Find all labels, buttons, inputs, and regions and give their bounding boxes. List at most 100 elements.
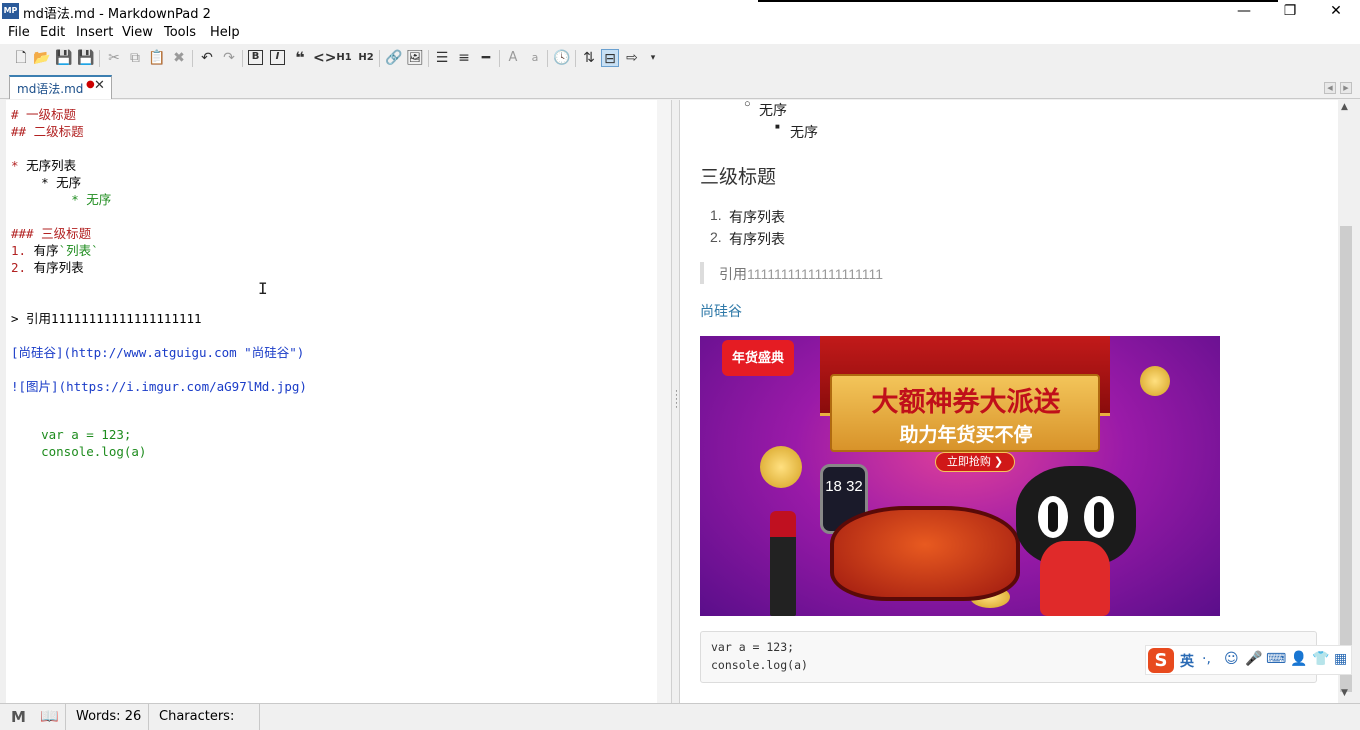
markdown-editor[interactable]: # 一级标题 ## 二级标题 * 无序列表 * 无序 * 无序 ### 三级标题… <box>6 100 657 703</box>
editor-scrollbar[interactable] <box>657 100 671 703</box>
markdown-icon[interactable]: M <box>11 708 26 726</box>
ordered-list-number: 1. <box>710 207 722 223</box>
heading2-button[interactable]: H2 <box>357 49 375 67</box>
export-icon[interactable]: ⇨ <box>623 49 641 67</box>
open-folder-icon[interactable]: 📂 <box>33 49 51 67</box>
toolbar-separator <box>547 50 548 67</box>
splitter-grip-icon: · · · · · <box>675 387 678 413</box>
preview-ordered-item: 有序列表 <box>729 231 785 247</box>
menu-tools[interactable]: Tools <box>164 25 196 40</box>
numbered-list-icon[interactable]: ≡ <box>455 49 473 67</box>
tab-document[interactable]: md语法.md ● ✕ <box>9 75 112 99</box>
restore-button[interactable]: ❐ <box>1267 0 1313 23</box>
skin-icon[interactable]: 👕 <box>1312 651 1329 667</box>
html-preview: ○ 无序 ■ 无序 三级标题 1. 有序列表 2. 有序列表 引用1111111… <box>680 100 1338 703</box>
new-document-icon[interactable]: 🗋 <box>12 49 30 67</box>
editor-line: var a = 123; <box>11 427 132 442</box>
font-larger-button[interactable]: A <box>504 49 522 67</box>
timestamp-icon[interactable]: 🕓 <box>553 49 571 67</box>
bullet-circle-icon: ○ <box>744 100 751 110</box>
book-icon[interactable]: 📖 <box>40 707 59 725</box>
redo-icon[interactable]: ↷ <box>220 49 238 67</box>
heading1-button[interactable]: H1 <box>335 49 353 67</box>
coin-icon <box>760 446 802 488</box>
font-smaller-button[interactable]: a <box>526 49 544 67</box>
title-bar-accent-line <box>758 0 1278 2</box>
bold-button[interactable]: B <box>248 50 263 65</box>
banner-headline: 大额神券大派送 <box>871 387 1061 418</box>
preview-list-item: 无序 <box>759 102 787 118</box>
menu-insert[interactable]: Insert <box>76 25 113 40</box>
horizontal-rule-icon[interactable]: ━ <box>477 49 495 67</box>
window-title: md语法.md - MarkdownPad 2 <box>23 7 211 22</box>
preview-link[interactable]: 尚硅谷 <box>700 301 742 321</box>
editor-line: * 无序 <box>11 192 112 207</box>
code-line: var a = 123; <box>711 640 795 654</box>
ordered-list-number: 2. <box>710 229 722 245</box>
ime-language-toggle[interactable]: 英 <box>1180 651 1194 671</box>
toolbar-separator <box>379 50 380 67</box>
menu-help[interactable]: Help <box>210 25 240 40</box>
bullet-list-icon[interactable]: ☰ <box>433 49 451 67</box>
banner-badge: 年货盛典 <box>722 340 794 376</box>
preview-blockquote: 引用11111111111111111111 <box>719 266 883 282</box>
menu-view[interactable]: View <box>122 25 153 40</box>
toolbar: 🗋 📂 💾 💾 ✂ ⧉ 📋 ✖ ↶ ↷ B I ❝ <> H1 H2 🔗 🖼 ☰… <box>0 44 1360 72</box>
preview-heading-3: 三级标题 <box>700 167 777 188</box>
toolbar-separator <box>428 50 429 67</box>
preview-list-item: 无序 <box>790 124 818 140</box>
sync-scroll-icon[interactable]: ⇅ <box>580 49 598 67</box>
punctuation-icon[interactable]: ·, <box>1202 651 1211 667</box>
title-bar: MP md语法.md - MarkdownPad 2 — ❐ ✕ <box>0 0 1360 23</box>
emoji-icon[interactable]: ☺ <box>1224 651 1239 667</box>
editor-line: ![图片](https://i.imgur.com/aG97lMd.jpg) <box>11 379 307 394</box>
live-preview-icon[interactable]: ⊟ <box>601 49 619 67</box>
bullet-square-icon: ■ <box>775 122 780 131</box>
image-icon[interactable]: 🖼 <box>406 49 424 67</box>
close-tab-icon[interactable]: ✕ <box>94 78 105 93</box>
save-all-icon[interactable]: 💾 <box>77 49 95 67</box>
toolbar-separator <box>242 50 243 67</box>
quote-icon[interactable]: ❝ <box>291 49 309 67</box>
menu-bar: File Edit Insert View Tools Help <box>0 23 1360 44</box>
close-window-button[interactable]: ✕ <box>1313 0 1359 23</box>
tab-scroll-right-icon[interactable]: ▶ <box>1340 82 1352 94</box>
delete-icon[interactable]: ✖ <box>170 49 188 67</box>
menu-file[interactable]: File <box>8 25 30 40</box>
italic-button[interactable]: I <box>270 50 285 65</box>
microphone-icon[interactable]: 🎤 <box>1245 651 1262 667</box>
pane-splitter[interactable]: · · · · · <box>671 100 680 703</box>
paste-icon[interactable]: 📋 <box>148 49 166 67</box>
minimize-button[interactable]: — <box>1221 0 1267 23</box>
pot-image <box>830 506 1020 601</box>
toolbox-icon[interactable]: ▦ <box>1334 651 1347 667</box>
scroll-up-icon[interactable]: ▲ <box>1341 102 1348 112</box>
tab-bar: md语法.md ● ✕ ◀ ▶ <box>0 72 1360 99</box>
lipstick-image <box>770 511 796 616</box>
editor-line: console.log(a) <box>11 444 147 459</box>
sogou-logo-icon[interactable]: S <box>1148 648 1174 673</box>
tab-label: md语法.md <box>17 82 84 96</box>
app-icon: MP <box>2 3 19 19</box>
link-icon[interactable]: 🔗 <box>385 49 403 67</box>
scroll-down-icon[interactable]: ▼ <box>1341 688 1348 698</box>
cat-pupil <box>1048 502 1058 532</box>
copy-icon[interactable]: ⧉ <box>126 49 144 67</box>
cut-icon[interactable]: ✂ <box>105 49 123 67</box>
save-icon[interactable]: 💾 <box>55 49 73 67</box>
code-icon[interactable]: <> <box>313 49 336 67</box>
status-bar: M 📖 Words: 26 Characters: 222 <box>0 703 1360 730</box>
banner-cta: 立即抢购 ❯ <box>935 452 1015 472</box>
text-cursor-icon: I <box>258 279 268 298</box>
tab-scroll-left-icon[interactable]: ◀ <box>1324 82 1336 94</box>
toolbar-overflow-icon[interactable]: ▾ <box>644 49 662 67</box>
editor-line: > 引用11111111111111111111 <box>11 311 202 326</box>
undo-icon[interactable]: ↶ <box>198 49 216 67</box>
cat-pupil <box>1094 502 1104 532</box>
account-icon[interactable]: 👤 <box>1290 651 1307 667</box>
scrollbar-thumb[interactable] <box>1340 226 1352 692</box>
keyboard-icon[interactable]: ⌨ <box>1266 651 1286 667</box>
menu-edit[interactable]: Edit <box>40 25 65 40</box>
ime-toolbar: S 英 ·, ☺ 🎤 ⌨ 👤 👕 ▦ <box>1145 645 1352 675</box>
preview-scrollbar[interactable]: ▲ ▼ <box>1338 100 1354 703</box>
